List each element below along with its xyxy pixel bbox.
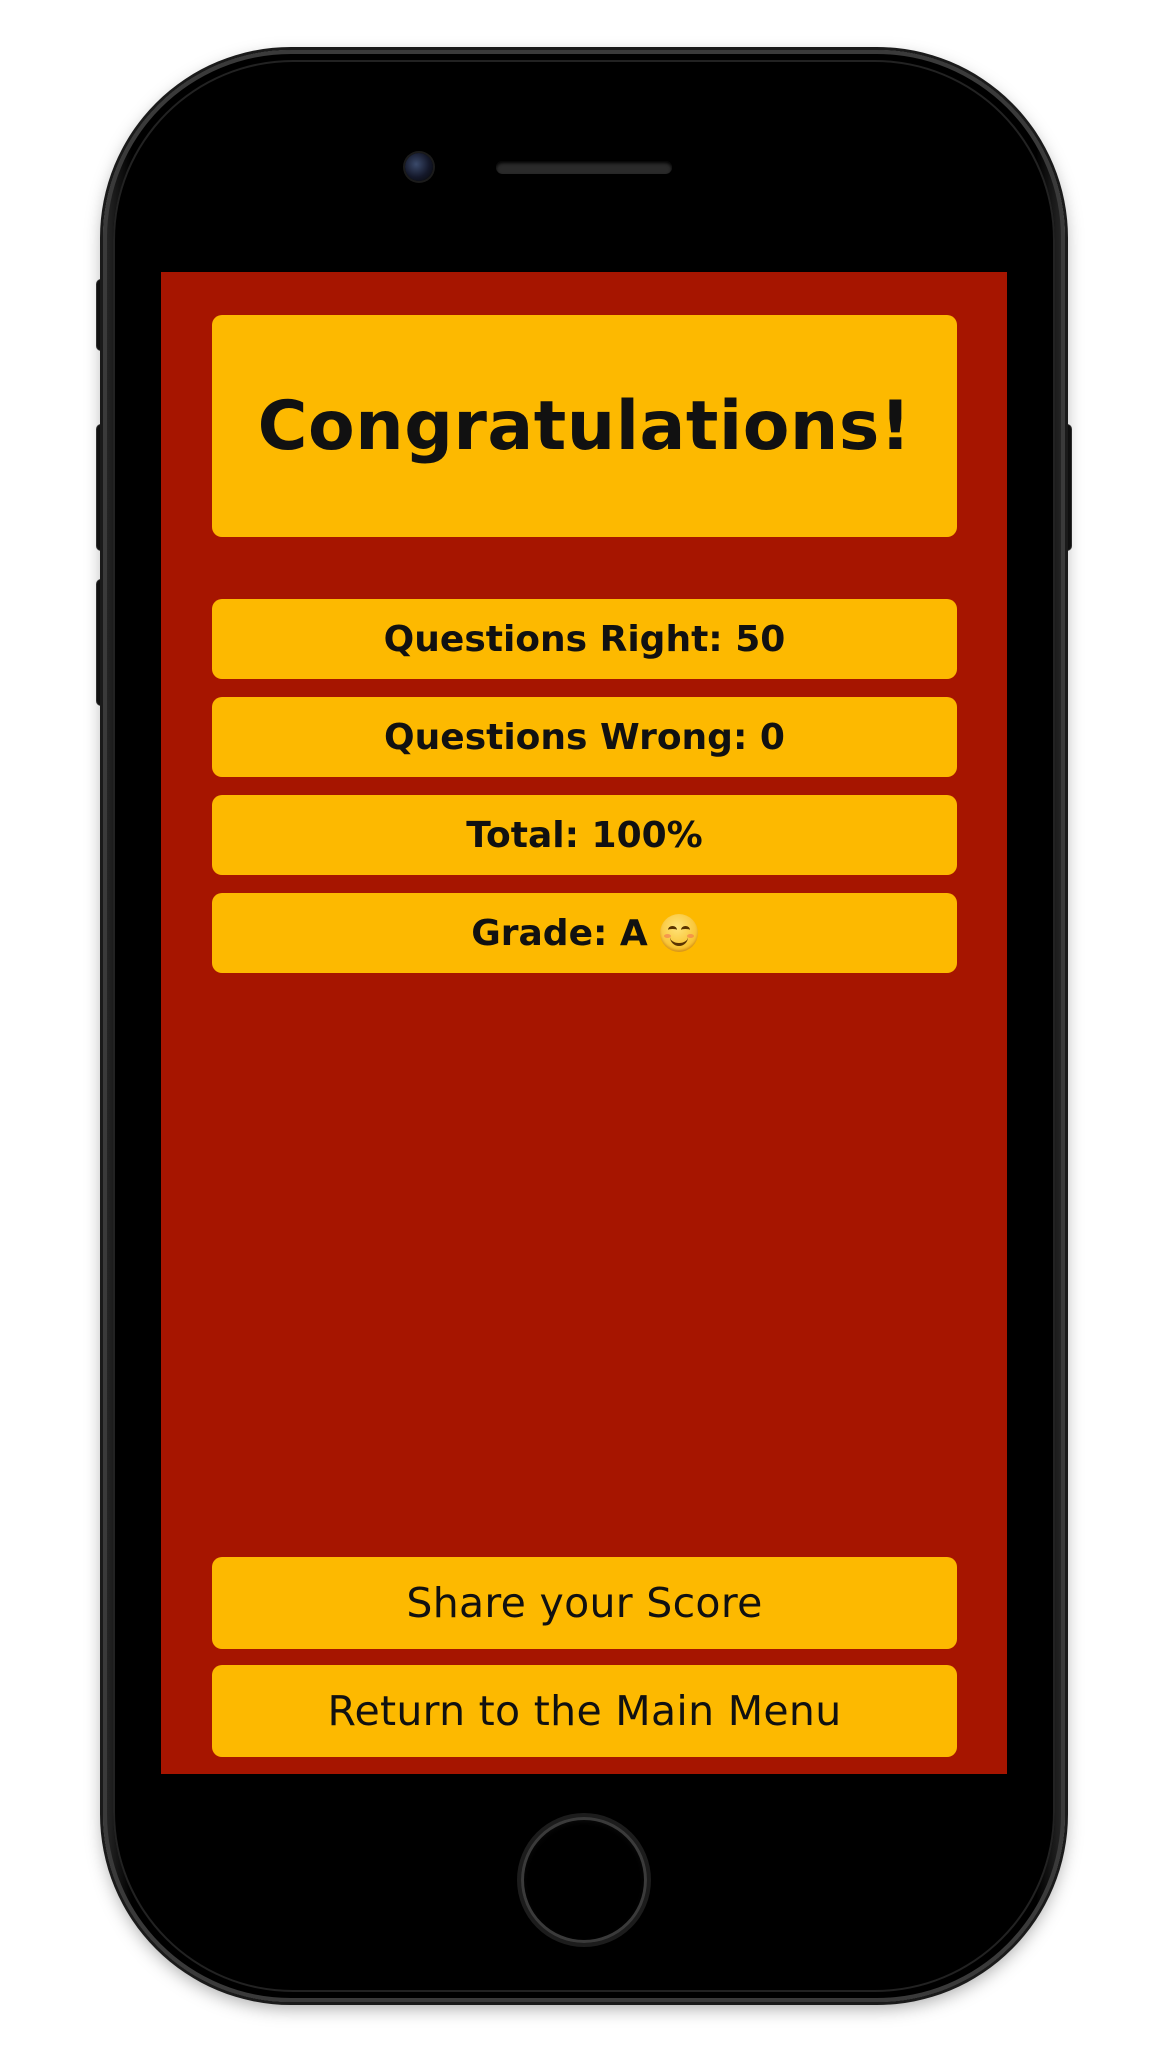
share-score-label: Share your Score bbox=[406, 1579, 763, 1627]
stat-label: Grade: A bbox=[471, 912, 648, 954]
earpiece-speaker bbox=[496, 161, 672, 174]
smiling-face-icon bbox=[659, 914, 698, 952]
title-banner: Congratulations! bbox=[212, 315, 957, 537]
page-title: Congratulations! bbox=[257, 386, 912, 466]
stat-label: Total: 100% bbox=[466, 814, 703, 856]
stat-label: Questions Wrong: 0 bbox=[384, 716, 785, 758]
stat-questions-right: Questions Right: 50 bbox=[212, 599, 957, 679]
stat-grade: Grade: A bbox=[212, 893, 957, 973]
main-menu-button[interactable]: Return to the Main Menu bbox=[212, 1665, 957, 1757]
results-screen: Congratulations! Questions Right: 50 Que… bbox=[161, 272, 1007, 1774]
main-menu-label: Return to the Main Menu bbox=[327, 1687, 842, 1735]
stat-questions-wrong: Questions Wrong: 0 bbox=[212, 697, 957, 777]
home-button[interactable] bbox=[521, 1817, 647, 1943]
front-camera-icon bbox=[405, 153, 433, 181]
device-mockup: Congratulations! Questions Right: 50 Que… bbox=[0, 0, 1168, 2048]
stat-label: Questions Right: 50 bbox=[383, 618, 786, 660]
share-score-button[interactable]: Share your Score bbox=[212, 1557, 957, 1649]
stat-total: Total: 100% bbox=[212, 795, 957, 875]
